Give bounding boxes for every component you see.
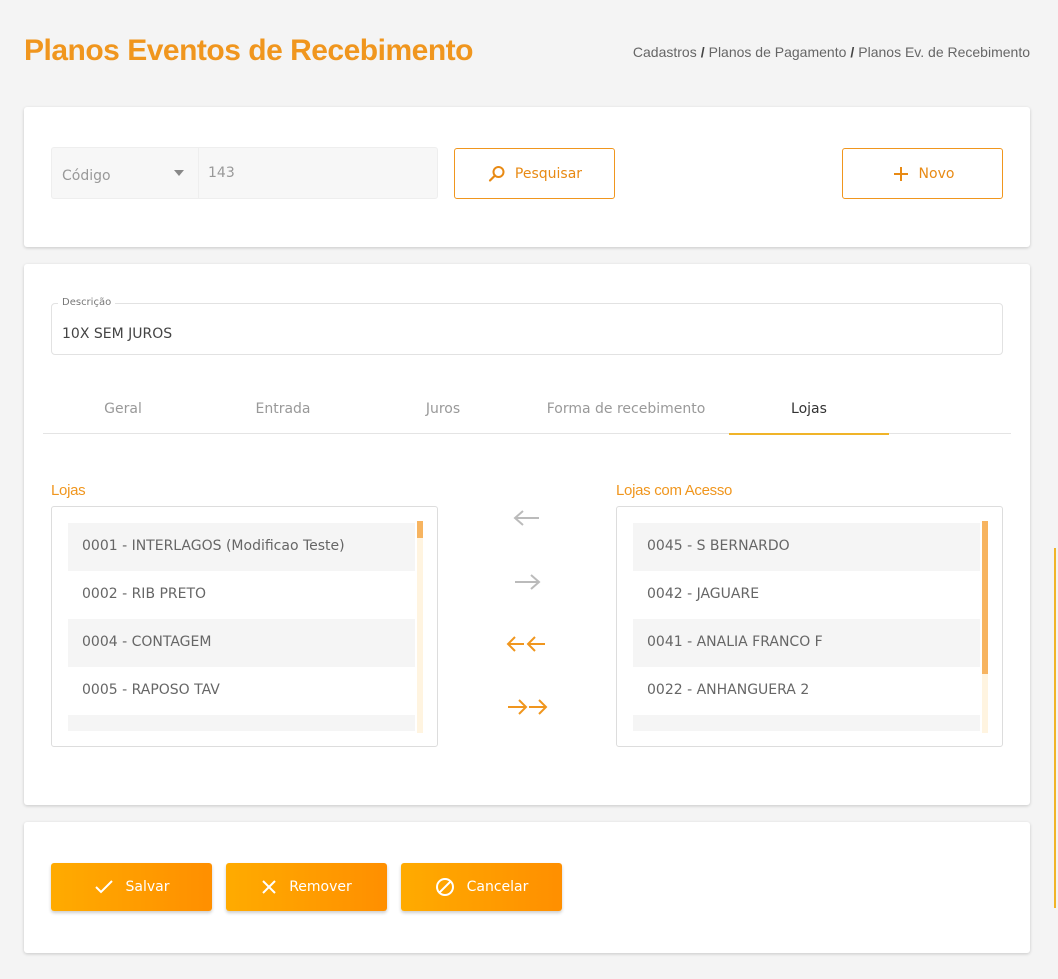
plus-icon xyxy=(893,166,908,181)
move-left-button[interactable] xyxy=(499,503,555,533)
description-value: 10X SEM JUROS xyxy=(62,326,173,342)
access-stores-scrollbar[interactable] xyxy=(982,521,988,733)
double-arrow-left-icon xyxy=(506,636,545,652)
search-input[interactable] xyxy=(198,147,438,199)
caret-down-icon xyxy=(174,170,184,176)
tab-juros[interactable]: Juros xyxy=(363,401,523,417)
list-item[interactable] xyxy=(633,715,980,731)
description-label: Descrição xyxy=(58,297,116,308)
page-title: Planos Eventos de Recebimento xyxy=(24,34,473,67)
arrow-left-icon xyxy=(513,510,539,526)
move-all-right-button[interactable] xyxy=(499,692,555,722)
save-button[interactable]: Salvar xyxy=(51,863,212,911)
access-stores-list[interactable]: 0045 - S BERNARDO 0042 - JAGUARE 0041 - AN… xyxy=(616,506,1003,747)
search-field-select[interactable]: Código xyxy=(51,147,198,199)
move-all-left-button[interactable] xyxy=(499,629,555,659)
list-item[interactable]: 0001 - INTERLAGOS (Modificao Teste) xyxy=(68,523,415,571)
new-button[interactable]: Novo xyxy=(842,148,1003,199)
tab-forma-recebimento[interactable]: Forma de recebimento xyxy=(546,401,706,417)
remove-button-label: Remover xyxy=(289,879,352,895)
search-icon xyxy=(488,165,505,182)
tab-geral[interactable]: Geral xyxy=(43,401,203,417)
available-stores-scrollbar[interactable] xyxy=(417,521,423,733)
breadcrumb-item-cadastros[interactable]: Cadastros xyxy=(633,44,697,60)
list-item[interactable]: 0005 - RAPOSO TAV xyxy=(68,667,415,715)
search-button[interactable]: Pesquisar xyxy=(454,148,615,199)
available-stores-title: Lojas xyxy=(51,482,86,499)
page-edge-accent xyxy=(1054,548,1056,908)
breadcrumb: Cadastros / Planos de Pagamento / Planos Ev.… xyxy=(633,44,1030,60)
breadcrumb-item-current: Planos Ev. de Recebimento xyxy=(858,44,1030,60)
search-field-selected: Código xyxy=(62,168,111,184)
search-button-label: Pesquisar xyxy=(514,165,583,182)
list-item[interactable]: 0022 - ANHANGUERA 2 xyxy=(633,667,980,715)
new-button-label: Novo xyxy=(918,165,955,182)
list-item[interactable] xyxy=(68,715,415,731)
scrollbar-thumb[interactable] xyxy=(982,521,988,674)
list-item[interactable]: 0041 - ANALIA FRANCO F xyxy=(633,619,980,667)
check-icon xyxy=(94,880,113,894)
list-item[interactable]: 0045 - S BERNARDO xyxy=(633,523,980,571)
double-arrow-right-icon xyxy=(508,699,548,715)
move-right-button[interactable] xyxy=(499,567,555,597)
tab-lojas[interactable]: Lojas xyxy=(729,401,889,417)
access-stores-title: Lojas com Acesso xyxy=(616,482,733,499)
close-icon xyxy=(262,880,276,894)
tab-entrada[interactable]: Entrada xyxy=(203,401,363,417)
breadcrumb-separator: / xyxy=(700,44,705,60)
list-item[interactable]: 0042 - JAGUARE xyxy=(633,571,980,619)
actions-card: Salvar Remover Cancelar xyxy=(24,822,1030,953)
cancel-button[interactable]: Cancelar xyxy=(401,863,562,911)
active-tab-indicator xyxy=(729,433,889,435)
available-stores-list[interactable]: 0001 - INTERLAGOS (Modificao Teste) 0002 … xyxy=(51,506,438,747)
save-button-label: Salvar xyxy=(125,879,170,895)
scrollbar-thumb[interactable] xyxy=(417,521,423,538)
tab-bar: Geral Entrada Juros Forma de recebimento… xyxy=(43,395,1011,435)
list-item[interactable]: 0004 - CONTAGEM xyxy=(68,619,415,667)
block-icon xyxy=(435,878,454,896)
search-card: Código Pesquisar Novo xyxy=(24,107,1030,247)
cancel-button-label: Cancelar xyxy=(466,879,529,895)
arrow-right-icon xyxy=(515,574,541,590)
form-card: Descrição 10X SEM JUROS Geral Entrada Ju… xyxy=(24,264,1030,805)
list-item[interactable]: 0002 - RIB PRETO xyxy=(68,571,415,619)
description-field[interactable]: Descrição 10X SEM JUROS xyxy=(51,297,1003,355)
remove-button[interactable]: Remover xyxy=(226,863,387,911)
breadcrumb-item-planos-pagamento[interactable]: Planos de Pagamento xyxy=(709,44,847,60)
breadcrumb-separator: / xyxy=(850,44,855,60)
